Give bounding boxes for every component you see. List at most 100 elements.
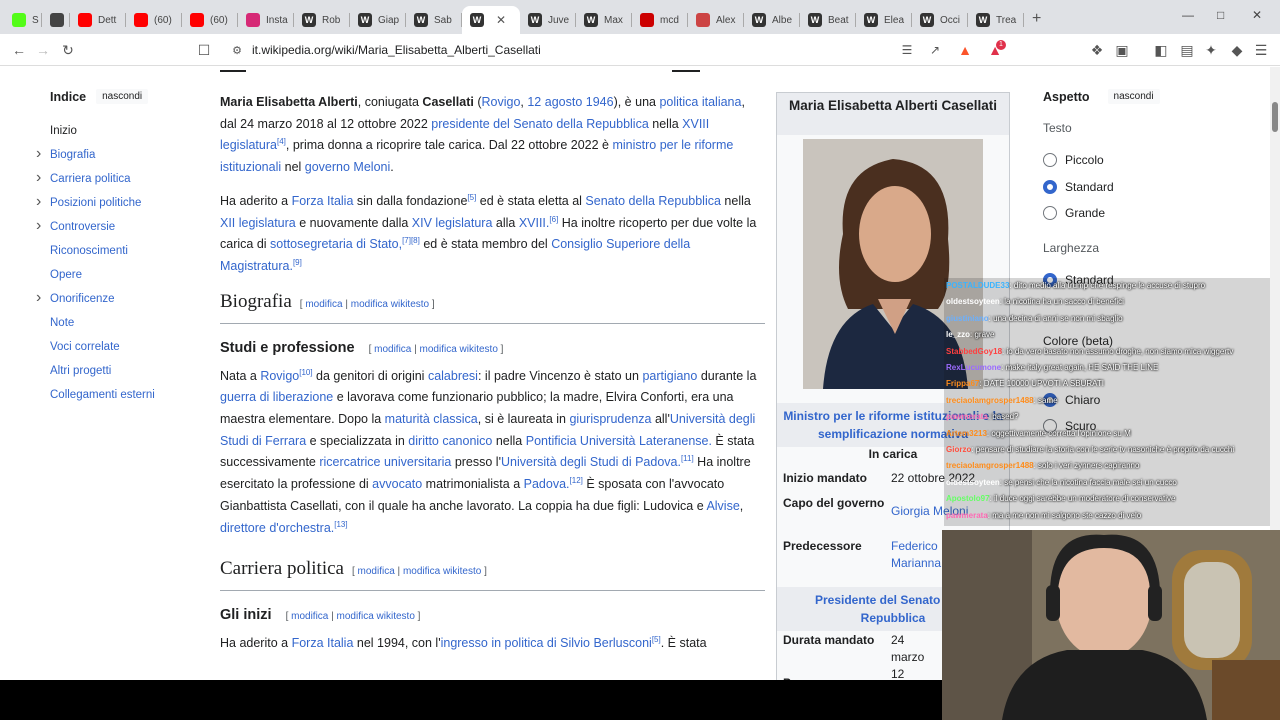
minimize-button[interactable]: — [1182,8,1194,22]
browser-tab[interactable]: (60) [182,6,238,34]
link-rovigo[interactable]: Rovigo [260,369,299,383]
browser-tab[interactable]: W Trea [968,6,1024,34]
reload-icon[interactable]: ↻ [59,41,77,59]
link-forza-italia[interactable]: Forza Italia [292,636,354,650]
browser-tab[interactable]: Alex [688,6,744,34]
edit-source-link[interactable]: modifica wikitesto [351,299,429,310]
maximize-button[interactable]: □ [1217,8,1224,22]
toc-item[interactable]: › Onorificenze [36,290,200,316]
toc-item[interactable]: › Controversie [36,218,200,244]
browser-tab[interactable]: mcd [632,6,688,34]
link-xii[interactable]: XII legislatura [220,216,296,230]
bookmark-icon[interactable]: ☐ [195,41,213,59]
sidebar-icon[interactable]: ◧ [1152,41,1170,59]
edit-source-link[interactable]: modifica wikitesto [420,344,498,355]
link-diritto-canonico[interactable]: diritto canonico [408,434,492,448]
link-direttore[interactable]: direttore d'orchestra. [220,521,334,535]
link-sottosegretaria[interactable]: sottosegretaria di Stato, [270,237,402,251]
edit-source-link[interactable]: modifica wikitesto [337,611,415,622]
chevron-right-icon[interactable]: › [36,290,41,306]
reader-mode-icon[interactable]: ☰ [898,41,916,59]
scroll-thumb[interactable] [1272,102,1278,132]
link-xviii[interactable]: XVIII. [519,216,550,230]
edit-link[interactable]: modifica [291,611,328,622]
link-guerra[interactable]: guerra di liberazione [220,390,333,404]
appearance-hide-button[interactable]: nascondi [1107,89,1160,104]
radio-standard[interactable]: Standard [1043,180,1114,194]
browser-tab[interactable]: Insta [238,6,294,34]
link-ricercatrice[interactable]: ricercatrice universitaria [319,455,451,469]
chevron-right-icon[interactable]: › [36,218,41,234]
edit-link[interactable]: modifica [358,566,395,577]
link-partigiano[interactable]: partigiano [642,369,697,383]
browser-tab[interactable]: W Elea [856,6,912,34]
browser-tab[interactable]: (60) [126,6,182,34]
link-predecessore[interactable]: Federico Marianna [891,538,941,572]
toc-item[interactable]: Note [50,316,200,340]
link-forza-italia[interactable]: Forza Italia [292,194,354,208]
screenshot-icon[interactable]: ▣ [1113,41,1131,59]
link-xiv[interactable]: XIV legislatura [412,216,493,230]
toc-item[interactable]: Voci correlate [50,340,200,364]
vpn-icon[interactable]: ◆ [1228,41,1246,59]
browser-tab[interactable]: W Juve [520,6,576,34]
close-tab-icon[interactable]: ✕ [496,13,506,27]
link-senato[interactable]: Senato della Repubblica [585,194,721,208]
browser-tab[interactable]: S [4,6,42,34]
link-giurisprudenza[interactable]: giurisprudenza [569,412,651,426]
browser-tab[interactable]: Dett [70,6,126,34]
chevron-right-icon[interactable]: › [36,170,41,186]
link-rovigo[interactable]: Rovigo [481,95,520,109]
browser-tab[interactable]: W Beat [800,6,856,34]
link-padova-univ[interactable]: Università degli Studi di Padova. [501,455,681,469]
toc-item[interactable]: Riconoscimenti [50,244,200,268]
toc-item[interactable]: › Carriera politica [36,170,200,196]
extensions-icon[interactable]: ❖ [1088,41,1106,59]
close-window-button[interactable]: ✕ [1252,8,1262,22]
browser-tab[interactable]: W Rob [294,6,350,34]
browser-tab[interactable]: W ✕ [462,6,520,34]
browser-tab[interactable]: W Occi [912,6,968,34]
link-politica[interactable]: politica italiana [659,95,741,109]
browser-tab[interactable]: W Max [576,6,632,34]
edit-link[interactable]: modifica [374,344,411,355]
forward-icon[interactable]: → [34,41,52,59]
menu-icon[interactable]: ☰ [1252,41,1270,59]
browser-tab[interactable]: W Giap [350,6,406,34]
radio-large[interactable]: Grande [1043,206,1105,220]
chevron-right-icon[interactable]: › [36,146,41,162]
toc-item[interactable]: › Posizioni politiche [36,194,200,220]
link-date[interactable]: 12 agosto [527,95,582,109]
toc-item[interactable]: › Biografia [36,146,200,172]
toc-item[interactable]: Inizio [50,124,200,148]
link-governo[interactable]: governo Meloni [305,160,390,174]
link-padova[interactable]: Padova. [524,477,570,491]
wikipedia-icon: W [414,13,428,27]
link-year[interactable]: 1946 [586,95,614,109]
toc-hide-button[interactable]: nascondi [96,89,149,104]
link-presidente-senato[interactable]: presidente del Senato della Repubblica [431,117,649,131]
link-calabresi[interactable]: calabresi [428,369,478,383]
new-tab-button[interactable]: + [1032,10,1041,28]
link-avvocato[interactable]: avvocato [372,477,422,491]
toc-item[interactable]: Collegamenti esterni [50,388,200,412]
share-icon[interactable]: ↗ [926,41,944,59]
link-lateranense[interactable]: Pontificia Università Lateranense. [526,434,712,448]
radio-small[interactable]: Piccolo [1043,153,1104,167]
edit-source-link[interactable]: modifica wikitesto [403,566,481,577]
wallet-icon[interactable]: ▤ [1178,41,1196,59]
chevron-right-icon[interactable]: › [36,194,41,210]
youtube-icon [190,13,204,27]
brave-shields-icon[interactable]: ▲ [956,41,974,59]
back-icon[interactable]: ← [10,41,28,59]
link-maturita[interactable]: maturità classica [385,412,478,426]
link-alvise[interactable]: Alvise [706,499,739,513]
link-berlusconi[interactable]: ingresso in politica di Silvio Berluscon… [441,636,652,650]
toc-item[interactable]: Altri progetti [50,364,200,388]
browser-tab[interactable]: W Albe [744,6,800,34]
leo-ai-icon[interactable]: ✦ [1202,41,1220,59]
browser-tab[interactable]: S [42,6,70,34]
toc-item[interactable]: Opere [50,268,200,292]
edit-link[interactable]: modifica [305,299,342,310]
browser-tab[interactable]: W Sab [406,6,462,34]
